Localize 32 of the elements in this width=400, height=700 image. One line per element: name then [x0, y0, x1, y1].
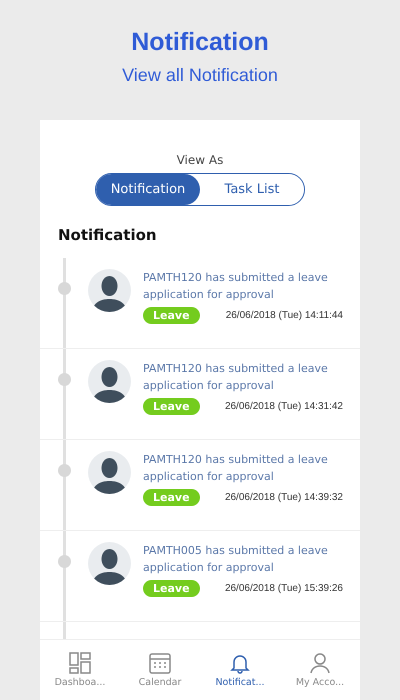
leave-tag: Leave [143, 398, 200, 415]
tab-item[interactable]: Notificat... [200, 640, 280, 700]
page-title: Notification [131, 28, 269, 57]
dashboard-icon [69, 652, 91, 674]
notification-message: PAMTH120 has submitted a leave application for approval [143, 270, 329, 303]
notification-message: PAMTH005 has submitted a leave application for approval [143, 543, 329, 576]
notification-item[interactable]: PAMTH005 has submitted a leave application for approval Leave 26/06/2018 (Tue) 15:39:26 [40, 531, 360, 622]
section-title: Notification [58, 226, 158, 244]
tab-item[interactable]: Dashboa... [40, 640, 120, 700]
notification-item[interactable]: PAMTH120 has submitted a leave application for approval Leave 26/06/2018 (Tue) 14:11:44 [40, 258, 360, 349]
notification-time: 26/06/2018 (Tue) 14:39:32 [224, 492, 343, 503]
notification-time: 26/06/2018 (Tue) 14:31:42 [224, 401, 343, 412]
avatar-icon [88, 542, 131, 585]
tab-item[interactable]: My Acco... [280, 640, 360, 700]
notification-item[interactable]: PAMTH120 has submitted a leave application for approval Leave 26/06/2018 (Tue) 14:39:32 [40, 440, 360, 531]
tab-item[interactable]: Calendar [120, 640, 200, 700]
notification-message: PAMTH120 has submitted a leave application for approval [143, 361, 329, 394]
leave-tag: Leave [143, 580, 200, 597]
page-subtitle: View all Notification [122, 65, 278, 86]
avatar-icon [88, 269, 131, 312]
notification-time: 26/06/2018 (Tue) 14:11:44 [226, 310, 343, 321]
avatar-icon [88, 360, 131, 403]
leave-tag: Leave [143, 489, 200, 506]
view-as-label: View As [176, 153, 224, 167]
view-option[interactable]: Notification [96, 174, 200, 205]
account-icon [309, 652, 331, 674]
notification-item[interactable]: PAMTH120 has submitted a leave application for approval Leave 26/06/2018 (Tue) 14:31:42 [40, 349, 360, 440]
leave-tag: Leave [143, 307, 200, 324]
notification-message: PAMTH120 has submitted a leave application for approval [143, 452, 329, 485]
avatar-icon [88, 451, 131, 494]
calendar-icon [149, 652, 171, 674]
notification-time: 26/06/2018 (Tue) 15:39:26 [224, 583, 343, 594]
